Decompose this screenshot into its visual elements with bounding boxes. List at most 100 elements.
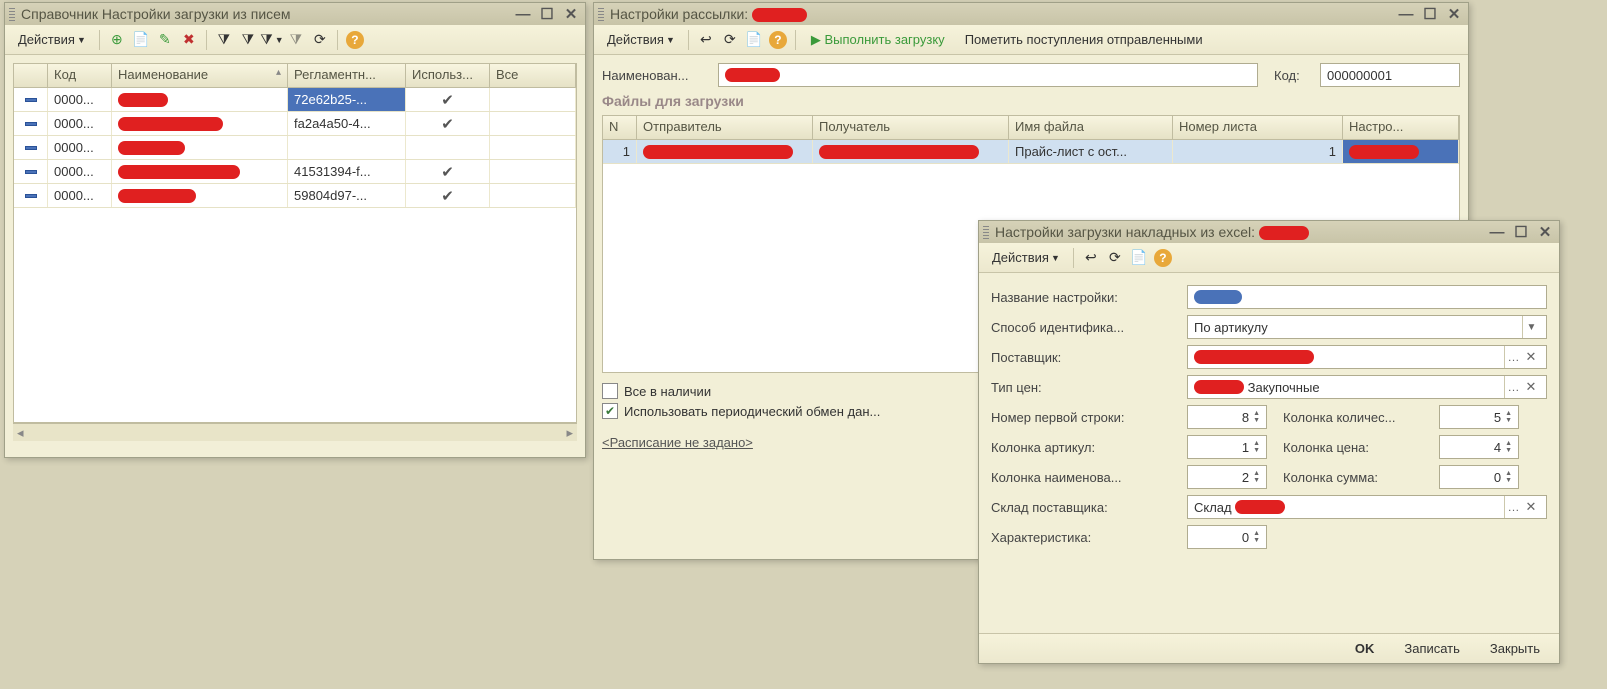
name-col-input[interactable]: 2▲▼ bbox=[1187, 465, 1267, 489]
scroll-left-icon[interactable]: ◂ bbox=[17, 425, 24, 441]
sum-col-input[interactable]: 0▲▼ bbox=[1439, 465, 1519, 489]
actions-label: Действия bbox=[607, 32, 664, 47]
col-filename[interactable]: Имя файла bbox=[1009, 116, 1173, 139]
titlebar[interactable]: Настройки загрузки накладных из excel: —… bbox=[979, 221, 1559, 243]
col-name[interactable]: Наименование▴ bbox=[112, 64, 288, 87]
actions-menu[interactable]: Действия▼ bbox=[11, 29, 93, 50]
name-input[interactable] bbox=[718, 63, 1258, 87]
periodic-exchange-checkbox[interactable]: ✔ bbox=[602, 403, 618, 419]
table-row[interactable]: 0000...fa2a4a50-4...✔ bbox=[14, 112, 576, 136]
price-type-input[interactable]: Закупочные … ✕ bbox=[1187, 375, 1547, 399]
config-name-input[interactable] bbox=[1187, 285, 1547, 309]
all-in-stock-checkbox[interactable] bbox=[602, 383, 618, 399]
supplier-input[interactable]: … ✕ bbox=[1187, 345, 1547, 369]
price-type-label: Тип цен: bbox=[991, 380, 1181, 395]
cell-n: 1 bbox=[603, 140, 637, 163]
col-sheet[interactable]: Номер листа bbox=[1173, 116, 1343, 139]
add-doc-icon[interactable]: 📄 bbox=[1128, 247, 1150, 269]
close-button[interactable]: ✕ bbox=[1444, 5, 1464, 23]
help-icon[interactable]: ? bbox=[1152, 247, 1174, 269]
col-recipient[interactable]: Получатель bbox=[813, 116, 1009, 139]
clear-icon[interactable]: ✕ bbox=[1522, 496, 1540, 518]
col-sender[interactable]: Отправитель bbox=[637, 116, 813, 139]
edit-icon[interactable]: ✎ bbox=[154, 29, 176, 51]
col-all[interactable]: Все bbox=[490, 64, 576, 87]
article-col-input[interactable]: 1▲▼ bbox=[1187, 435, 1267, 459]
ellipsis-icon[interactable]: … bbox=[1504, 376, 1522, 398]
scroll-right-icon[interactable]: ▸ bbox=[566, 425, 573, 441]
row-marker bbox=[14, 88, 48, 111]
clear-icon[interactable]: ✕ bbox=[1522, 376, 1540, 398]
close-button[interactable]: ✕ bbox=[1535, 223, 1555, 241]
save-button[interactable]: Записать bbox=[1395, 637, 1469, 660]
close-button[interactable]: ✕ bbox=[561, 5, 581, 23]
clear-filter-icon[interactable]: ⧩ bbox=[285, 29, 307, 51]
table-row[interactable]: 0000...41531394-f...✔ bbox=[14, 160, 576, 184]
actions-menu[interactable]: Действия▼ bbox=[985, 247, 1067, 268]
titlebar[interactable]: Справочник Настройки загрузки из писем —… bbox=[5, 3, 585, 25]
maximize-button[interactable]: ☐ bbox=[1511, 223, 1531, 241]
ellipsis-icon[interactable]: … bbox=[1504, 346, 1522, 368]
supplier-label: Поставщик: bbox=[991, 350, 1181, 365]
close-button[interactable]: Закрыть bbox=[1481, 637, 1549, 660]
chevron-down-icon[interactable]: ▼ bbox=[1522, 316, 1540, 338]
mark-sent-button[interactable]: Пометить поступления отправленными bbox=[956, 29, 1212, 50]
footer-bar: OK Записать Закрыть bbox=[979, 633, 1559, 663]
price-col-label: Колонка цена: bbox=[1283, 440, 1433, 455]
first-row-input[interactable]: 8▲▼ bbox=[1187, 405, 1267, 429]
filter1-icon[interactable]: ⧩ bbox=[213, 29, 235, 51]
refresh-icon[interactable]: ⟳ bbox=[309, 29, 331, 51]
file-row[interactable]: 1 Прайс-лист с ост... 1 bbox=[603, 140, 1459, 164]
add-doc-icon[interactable]: 📄 bbox=[743, 29, 765, 51]
cell-reg: 59804d97-... bbox=[288, 184, 406, 207]
warehouse-input[interactable]: Склад … ✕ bbox=[1187, 495, 1547, 519]
delete-icon[interactable]: ✖ bbox=[178, 29, 200, 51]
filter2-icon[interactable]: ⧩ bbox=[237, 29, 259, 51]
window-excel-load-settings: Настройки загрузки накладных из excel: —… bbox=[978, 220, 1560, 664]
nav-icon[interactable]: ↩ bbox=[695, 29, 717, 51]
col-marker[interactable] bbox=[14, 64, 48, 87]
qty-col-input[interactable]: 5▲▼ bbox=[1439, 405, 1519, 429]
cell-name bbox=[112, 88, 288, 111]
cell-used: ✔ bbox=[406, 184, 490, 207]
col-used[interactable]: Использ... bbox=[406, 64, 490, 87]
maximize-button[interactable]: ☐ bbox=[1420, 5, 1440, 23]
ident-method-select[interactable]: По артикулу ▼ bbox=[1187, 315, 1547, 339]
refresh-icon[interactable]: ⟳ bbox=[719, 29, 741, 51]
run-load-button[interactable]: ▶ Выполнить загрузку bbox=[802, 29, 954, 51]
table-row[interactable]: 0000...59804d97-...✔ bbox=[14, 184, 576, 208]
ellipsis-icon[interactable]: … bbox=[1504, 496, 1522, 518]
add-icon[interactable]: ⊕ bbox=[106, 29, 128, 51]
cell-sheet: 1 bbox=[1173, 140, 1343, 163]
reference-grid[interactable]: Код Наименование▴ Регламентн... Использ.… bbox=[13, 63, 577, 423]
help-icon[interactable]: ? bbox=[344, 29, 366, 51]
titlebar[interactable]: Настройки рассылки: — ☐ ✕ bbox=[594, 3, 1468, 25]
clear-icon[interactable]: ✕ bbox=[1522, 346, 1540, 368]
actions-menu[interactable]: Действия▼ bbox=[600, 29, 682, 50]
ok-button[interactable]: OK bbox=[1346, 637, 1384, 660]
col-settings[interactable]: Настро... bbox=[1343, 116, 1459, 139]
minimize-button[interactable]: — bbox=[1396, 5, 1416, 23]
table-row[interactable]: 0000... bbox=[14, 136, 576, 160]
col-n[interactable]: N bbox=[603, 116, 637, 139]
col-code[interactable]: Код bbox=[48, 64, 112, 87]
filter3-icon[interactable]: ⧩▼ bbox=[261, 29, 283, 51]
cell-used: ✔ bbox=[406, 160, 490, 183]
schedule-link[interactable]: <Расписание не задано> bbox=[602, 435, 753, 450]
price-col-input[interactable]: 4▲▼ bbox=[1439, 435, 1519, 459]
minimize-button[interactable]: — bbox=[513, 5, 533, 23]
scrollbar-horizontal[interactable]: ◂ ▸ bbox=[13, 423, 577, 441]
maximize-button[interactable]: ☐ bbox=[537, 5, 557, 23]
refresh-icon[interactable]: ⟳ bbox=[1104, 247, 1126, 269]
col-reg[interactable]: Регламентн... bbox=[288, 64, 406, 87]
copy-icon[interactable]: 📄 bbox=[130, 29, 152, 51]
periodic-exchange-label: Использовать периодический обмен дан... bbox=[624, 404, 880, 419]
minimize-button[interactable]: — bbox=[1487, 223, 1507, 241]
code-input[interactable]: 000000001 bbox=[1320, 63, 1460, 87]
nav-icon[interactable]: ↩ bbox=[1080, 247, 1102, 269]
table-row[interactable]: 0000...72e62b25-...✔ bbox=[14, 88, 576, 112]
cell-all bbox=[490, 88, 576, 111]
characteristic-input[interactable]: 0▲▼ bbox=[1187, 525, 1267, 549]
help-icon[interactable]: ? bbox=[767, 29, 789, 51]
cell-all bbox=[490, 184, 576, 207]
